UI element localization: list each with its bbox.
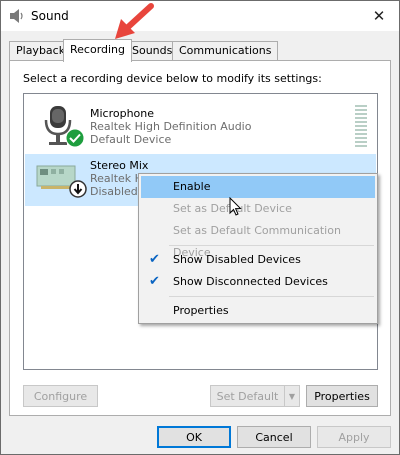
device-name: Stereo Mix — [90, 159, 149, 172]
cancel-button[interactable]: Cancel — [237, 426, 311, 448]
close-button[interactable]: ✕ — [359, 1, 399, 31]
menu-separator — [169, 245, 374, 246]
disabled-arrow-icon — [69, 180, 87, 198]
speaker-icon — [10, 9, 23, 23]
menu-item-label: Properties — [173, 304, 229, 317]
checkmark-icon: ✔ — [149, 274, 160, 289]
menu-item-set-default-communication-device[interactable]: Set as Default Communication Device — [141, 220, 375, 259]
menu-item-label: Show Disconnected Devices — [173, 275, 328, 288]
menu-item-label: Enable — [173, 180, 211, 193]
device-status: Disabled — [90, 185, 138, 198]
sound-dialog: Sound ✕ Playback Recording Sounds Commun… — [0, 0, 400, 455]
title-bar: Sound ✕ — [1, 1, 399, 31]
close-icon: ✕ — [372, 7, 386, 25]
set-default-dropdown-button[interactable]: ▼ — [284, 385, 300, 407]
menu-item-enable[interactable]: Enable — [141, 176, 375, 198]
level-meter — [355, 105, 367, 149]
configure-button[interactable]: Configure — [23, 385, 98, 407]
window-title: Sound — [31, 9, 69, 23]
instruction-text: Select a recording device below to modif… — [23, 72, 322, 85]
menu-item-label: Show Disabled Devices — [173, 253, 301, 266]
set-default-button[interactable]: Set Default — [210, 385, 285, 407]
chevron-down-icon: ▼ — [288, 391, 296, 401]
tab-communications[interactable]: Communications — [172, 41, 279, 61]
device-status: Default Device — [90, 133, 172, 146]
device-name: Microphone — [90, 107, 155, 120]
ok-button[interactable]: OK — [157, 426, 231, 448]
mouse-cursor-icon — [229, 197, 242, 216]
properties-button[interactable]: Properties — [306, 385, 378, 407]
annotation-arrow-icon — [115, 3, 154, 39]
default-check-icon — [65, 128, 85, 148]
context-menu: Enable Set as Default Device Set as Defa… — [138, 173, 378, 324]
menu-item-show-disconnected-devices[interactable]: ✔ Show Disconnected Devices — [141, 271, 375, 293]
device-item-microphone[interactable]: Microphone Realtek High Definition Audio… — [25, 102, 376, 154]
apply-button[interactable]: Apply — [317, 426, 391, 448]
menu-item-show-disabled-devices[interactable]: ✔ Show Disabled Devices — [141, 249, 375, 271]
menu-item-set-default-device[interactable]: Set as Default Device — [141, 198, 375, 220]
menu-separator — [169, 296, 374, 297]
menu-item-properties[interactable]: Properties — [141, 300, 375, 322]
device-driver: Realtek High Definition Audio — [90, 120, 252, 133]
checkmark-icon: ✔ — [149, 252, 160, 267]
